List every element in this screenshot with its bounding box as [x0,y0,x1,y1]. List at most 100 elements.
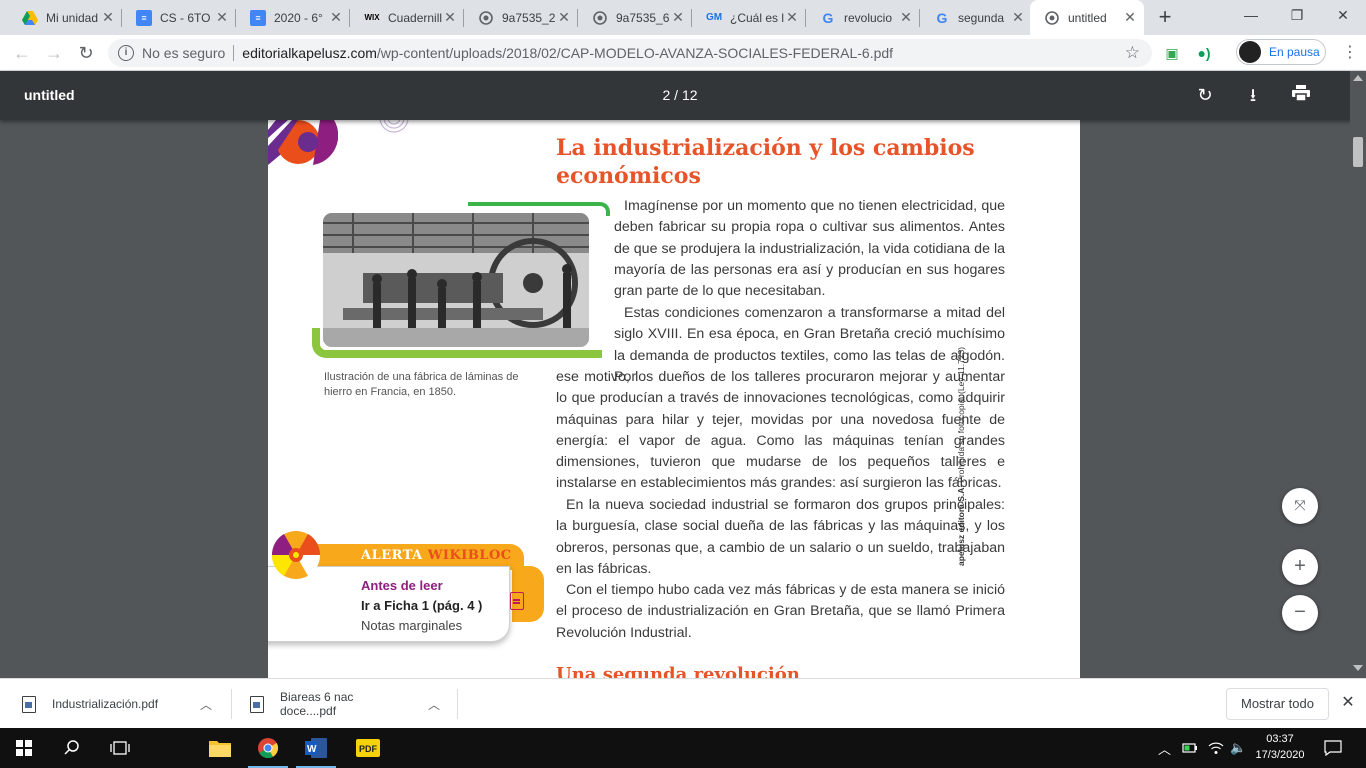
close-shelf-icon[interactable]: ✕ [1338,691,1358,715]
tray-chevron-up-icon[interactable]: ︿ [1158,728,1171,768]
search-button[interactable] [48,728,96,768]
start-button[interactable] [0,728,48,768]
close-icon[interactable]: ✕ [898,9,914,26]
tab-title: segunda [958,10,1005,25]
globe-icon [478,10,494,26]
decorative-circles-icon [379,120,409,133]
task-view-icon [110,741,130,755]
security-label: No es seguro [142,45,226,61]
chevron-up-icon[interactable]: ︿ [200,696,212,713]
audio-extension-icon[interactable]: ●) [1194,43,1214,63]
tab-cual-es[interactable]: GM ¿Cuál es l ✕ [692,0,806,35]
document-icon [510,592,524,610]
tab-mi-unidad[interactable]: Mi unidad ✕ [8,0,122,35]
tab-revolucion[interactable]: G revolucio ✕ [806,0,920,35]
tab-9a7535-2[interactable]: 9a7535_2 ✕ [464,0,578,35]
system-clock[interactable]: 03:37 17/3/2020 [1252,731,1308,763]
close-icon[interactable]: ✕ [214,9,230,26]
tab-2020-6[interactable]: ≡ 2020 - 6° ✕ [236,0,350,35]
subheading: Una segunda revolución [556,664,800,678]
paragraph-text: Imagínense por un momento que no tienen … [614,198,1005,300]
vertical-scrollbar[interactable] [1350,71,1366,678]
print-icon[interactable] [1289,83,1313,107]
rotate-icon[interactable]: ↻ [1193,83,1217,107]
tab-cs-6to[interactable]: ≡ CS - 6TO ✕ [122,0,236,35]
windows-taskbar: W PDF ︿ 🔈 03:37 17/3/2020 [0,728,1366,768]
close-icon[interactable]: ✕ [1010,9,1026,26]
download-item[interactable]: Biareas 6 nac doce....pdf ︿ [232,679,458,729]
tab-title: CS - 6TO [160,10,211,25]
globe-icon [592,10,608,26]
volume-icon[interactable]: 🔈 [1230,728,1246,768]
close-icon[interactable]: ✕ [328,9,344,26]
download-icon[interactable]: ⭳ [1241,83,1265,107]
pdf-page: La industrialización y los cambios econó… [268,120,1080,678]
scroll-down-icon[interactable] [1353,665,1363,671]
tab-segunda[interactable]: G segunda ✕ [920,0,1032,35]
publisher-name: apelusz editora S.A. [956,485,966,566]
tab-cuadernillo[interactable]: WIX Cuadernillo ✕ [350,0,464,35]
cast-extension-icon[interactable]: ▣ [1162,43,1182,63]
close-icon[interactable]: ✕ [442,9,458,26]
alert-label: ALERTA WIKIBLOC [361,548,512,563]
download-name: Industrialización.pdf [52,697,159,711]
window-close-button[interactable]: ✕ [1320,0,1366,30]
scroll-thumb[interactable] [1353,137,1363,167]
taskbar-chrome[interactable] [244,728,292,768]
paragraph-text: En la nueva sociedad industrial se forma… [556,497,1005,577]
taskbar-file-explorer[interactable] [196,728,244,768]
close-icon[interactable]: ✕ [556,9,572,26]
new-tab-button[interactable]: + [1152,5,1178,31]
url-path: /wp-content/uploads/2018/02/CAP-MODELO-A… [376,45,894,61]
chrome-menu-icon[interactable]: ⋮ [1340,39,1360,67]
tab-untitled[interactable]: untitled ✕ [1030,0,1144,35]
svg-text:PDF: PDF [359,744,378,754]
windows-logo-icon [16,740,32,756]
tab-9a7535-6[interactable]: 9a7535_6 ✕ [578,0,692,35]
drive-icon [22,10,38,26]
chevron-up-icon[interactable]: ︿ [428,696,440,713]
svg-text:W: W [307,744,317,755]
heading-line: económicos [556,163,701,189]
notification-icon[interactable] [1324,728,1342,768]
gm-icon: GM [705,12,723,23]
tab-title: 9a7535_6 [616,10,670,25]
bookmark-star-icon[interactable]: ☆ [1125,43,1140,63]
close-icon[interactable]: ✕ [784,9,800,26]
show-all-button[interactable]: Mostrar todo [1226,688,1329,720]
wifi-icon[interactable] [1208,728,1224,768]
heading-line: La industrialización y los cambios [556,135,975,161]
download-item[interactable]: Industrialización.pdf ︿ [0,679,232,729]
fit-page-button[interactable]: ⤧ [1282,488,1318,524]
zoom-in-button[interactable]: + [1282,549,1318,585]
taskbar-pdf-app[interactable]: PDF [344,728,392,768]
folder-icon [209,741,231,757]
pdf-viewer[interactable]: La industrialización y los cambios econó… [0,120,1366,678]
close-icon[interactable]: ✕ [670,9,686,26]
chrome-icon [258,738,279,759]
task-view-button[interactable] [96,728,144,768]
profile-button[interactable]: En pausa [1236,39,1326,65]
word-file-icon [250,695,264,713]
forward-button[interactable]: → [40,39,68,67]
docs-icon: ≡ [250,9,266,26]
maximize-button[interactable]: ❐ [1274,0,1320,30]
factory-illustration [320,210,592,350]
download-shelf: Industrialización.pdf ︿ Biareas 6 nac do… [0,678,1366,728]
info-icon[interactable]: i [118,45,134,61]
battery-icon[interactable] [1182,728,1198,768]
minimize-button[interactable]: — [1228,0,1274,30]
page-heading: La industrialización y los cambios econó… [556,134,976,190]
address-bar[interactable]: i No es seguro editorialkapelusz.com/wp-… [108,39,1152,67]
google-icon: G [822,9,834,26]
close-icon[interactable]: ✕ [100,9,116,26]
reload-button[interactable]: ↻ [72,39,100,67]
back-button[interactable]: ← [8,39,36,67]
zoom-out-button[interactable]: − [1282,595,1318,631]
paragraph-1: Imagínense por un momento que no tienen … [614,196,1005,302]
browser-toolbar: ← → ↻ i No es seguro editorialkapelusz.c… [0,35,1366,71]
scroll-up-icon[interactable] [1353,75,1363,81]
close-icon[interactable]: ✕ [1122,9,1138,26]
taskbar-word[interactable]: W [292,728,340,768]
pdf-title: untitled [24,87,75,103]
